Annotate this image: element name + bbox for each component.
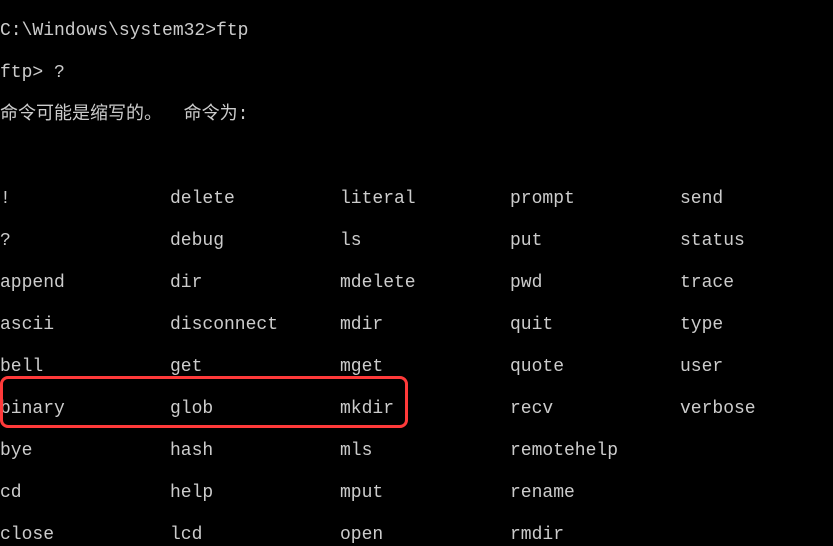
cmd-cell: pwd: [510, 273, 680, 294]
cmd-cell: quit: [510, 315, 680, 336]
cmd-cell: ?: [0, 231, 170, 252]
cmd-cell: close: [0, 525, 170, 546]
cmd-cell: help: [170, 483, 340, 504]
cmd-cell: put: [510, 231, 680, 252]
command-row: asciidisconnectmdirquittype: [0, 315, 833, 336]
cmd-cell: ls: [340, 231, 510, 252]
command-grid: !deleteliteralpromptsend ?debuglsputstat…: [0, 168, 833, 546]
cmd-cell: [680, 441, 833, 462]
cmd-cell: debug: [170, 231, 340, 252]
command-row: ?debuglsputstatus: [0, 231, 833, 252]
cmd-cell: bell: [0, 357, 170, 378]
cmd-cell: delete: [170, 189, 340, 210]
cmd-cell: cd: [0, 483, 170, 504]
cmd-cell: disconnect: [170, 315, 340, 336]
cmd-cell: binary: [0, 399, 170, 420]
command-row: byehashmlsremotehelp: [0, 441, 833, 462]
cmd-cell: recv: [510, 399, 680, 420]
cmd-cell: [680, 525, 833, 546]
cmd-cell: type: [680, 315, 833, 336]
cmd-cell: quote: [510, 357, 680, 378]
cmd-cell: mput: [340, 483, 510, 504]
cmd-cell: [680, 483, 833, 504]
cmd-cell: rename: [510, 483, 680, 504]
cmd-cell: user: [680, 357, 833, 378]
cmd-cell: append: [0, 273, 170, 294]
command-row: binaryglobmkdirrecvverbose: [0, 399, 833, 420]
cmd-cell: verbose: [680, 399, 833, 420]
cmd-cell: hash: [170, 441, 340, 462]
cmd-cell: open: [340, 525, 510, 546]
cmd-cell: send: [680, 189, 833, 210]
cmd-cell: get: [170, 357, 340, 378]
cmd-cell: dir: [170, 273, 340, 294]
cmd-cell: status: [680, 231, 833, 252]
cmd-cell: ascii: [0, 315, 170, 336]
command-row: closelcdopenrmdir: [0, 525, 833, 546]
command-row: appenddirmdeletepwdtrace: [0, 273, 833, 294]
path-prompt-line: C:\Windows\system32>ftp: [0, 21, 833, 42]
cmd-cell: bye: [0, 441, 170, 462]
cmd-cell: mdelete: [340, 273, 510, 294]
command-row: bellgetmgetquoteuser: [0, 357, 833, 378]
cmd-cell: mget: [340, 357, 510, 378]
command-row: cdhelpmputrename: [0, 483, 833, 504]
cmd-cell: mkdir: [340, 399, 510, 420]
cmd-cell: mls: [340, 441, 510, 462]
cmd-cell: mdir: [340, 315, 510, 336]
cmd-cell: !: [0, 189, 170, 210]
cmd-cell: glob: [170, 399, 340, 420]
terminal-output[interactable]: C:\Windows\system32>ftp ftp> ? 命令可能是缩写的。…: [0, 0, 833, 546]
ftp-help-command-line: ftp> ?: [0, 63, 833, 84]
cmd-cell: lcd: [170, 525, 340, 546]
help-header-line: 命令可能是缩写的。 命令为:: [0, 105, 833, 126]
cmd-cell: literal: [340, 189, 510, 210]
cmd-cell: remotehelp: [510, 441, 680, 462]
cmd-cell: rmdir: [510, 525, 680, 546]
cmd-cell: trace: [680, 273, 833, 294]
command-row: !deleteliteralpromptsend: [0, 189, 833, 210]
cmd-cell: prompt: [510, 189, 680, 210]
